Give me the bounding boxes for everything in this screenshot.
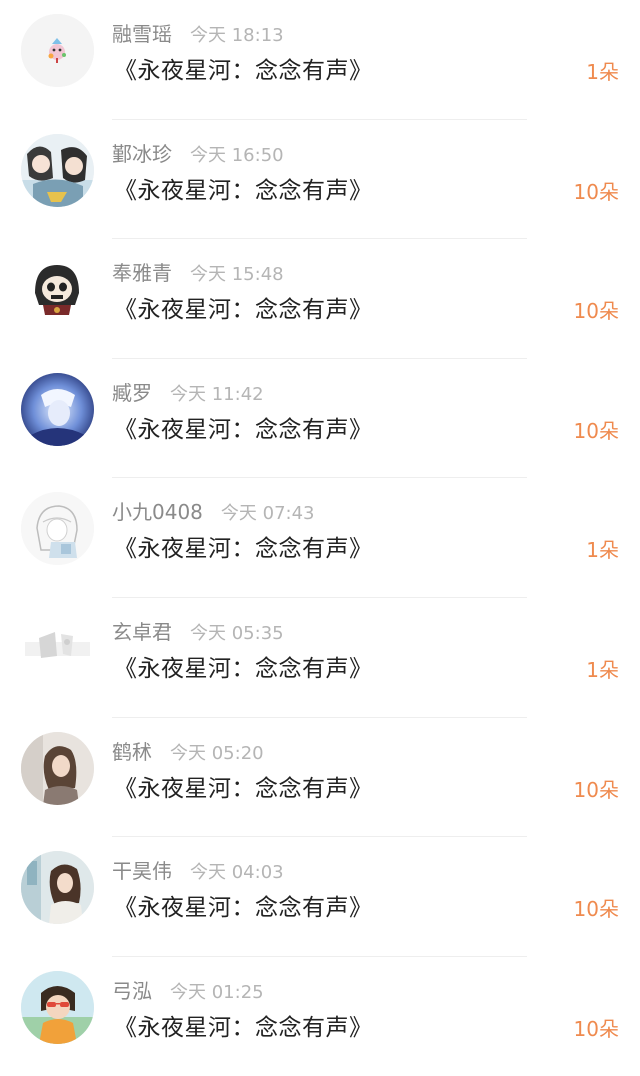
flower-count: 10朵 (573, 897, 619, 922)
gift-title: 《永夜星河：念念有声》 (114, 416, 373, 443)
gift-title: 《永夜星河：念念有声》 (114, 58, 373, 84)
woman-portrait-avatar-icon (21, 731, 94, 805)
username[interactable]: 玄卓君 (112, 620, 172, 644)
timestamp: 今天 16:50 (190, 144, 284, 166)
name-line: 干昊伟 今天 04:03 (112, 857, 284, 885)
name-line: 融雪瑶 今天 18:13 (112, 20, 284, 48)
list-item[interactable]: 融雪瑶 今天 18:13 《永夜星河：念念有声》 1朵 (0, 0, 640, 120)
sunglasses-girl-avatar-icon (21, 970, 94, 1044)
hooded-skull-avatar-icon (21, 253, 94, 327)
timestamp: 今天 05:35 (190, 623, 284, 644)
timestamp: 今天 15:48 (190, 264, 284, 286)
list-item[interactable]: 小九0408 今天 07:43 《永夜星河：念念有声》 1朵 (0, 478, 640, 598)
timestamp: 今天 07:43 (220, 503, 315, 525)
username[interactable]: 鹤秫 (112, 740, 152, 764)
flower-count: 10朵 (573, 299, 619, 324)
username[interactable]: 干昊伟 (112, 859, 172, 883)
avatar[interactable] (21, 851, 94, 925)
avatar[interactable] (21, 970, 94, 1044)
blue-anime-avatar-icon (21, 372, 94, 446)
list-item[interactable]: 玄卓君 今天 05:35 《永夜星河：念念有声》 1朵 (0, 598, 640, 718)
avatar[interactable] (21, 253, 94, 327)
cartoon-mascot-avatar-icon (21, 14, 94, 87)
avatar[interactable] (21, 612, 94, 685)
timestamp: 今天 11:42 (170, 383, 264, 405)
list-item[interactable]: 弓泓 今天 01:25 《永夜星河：念念有声》 10朵 (0, 957, 640, 1076)
gift-title: 《永夜星河：念念有声》 (114, 177, 373, 204)
list-item[interactable]: 鄞冰珍 今天 16:50 《永夜星河：念念有声》 10朵 (0, 120, 640, 240)
username[interactable]: 融雪瑶 (112, 22, 172, 46)
flower-count: 10朵 (573, 777, 619, 802)
gift-record-list: 融雪瑶 今天 18:13 《永夜星河：念念有声》 1朵 鄞冰珍 今天 16:50 《… (0, 0, 640, 1060)
name-line: 弓泓 今天 01:25 (112, 977, 264, 1005)
name-line: 奉雅青 今天 15:48 (112, 259, 284, 287)
username[interactable]: 小九0408 (112, 500, 203, 524)
flower-count: 10朵 (573, 179, 619, 204)
gift-title: 《永夜星河：念念有声》 (114, 775, 373, 802)
flower-count: 10朵 (573, 418, 619, 443)
flower-count: 10朵 (573, 1016, 619, 1041)
username[interactable]: 鄞冰珍 (112, 142, 172, 166)
girl-photo-avatar-icon (21, 851, 94, 925)
sketch-character-avatar-icon (21, 492, 94, 566)
avatar[interactable] (21, 14, 94, 87)
list-item[interactable]: 奉雅青 今天 15:48 《永夜星河：念念有声》 10朵 (0, 239, 640, 359)
username[interactable]: 奉雅青 (112, 261, 172, 285)
list-item[interactable]: 臧罗 今天 11:42 《永夜星河：念念有声》 10朵 (0, 359, 640, 479)
gift-title: 《永夜星河：念念有声》 (114, 895, 373, 922)
timestamp: 今天 04:03 (190, 862, 284, 884)
timestamp: 今天 01:25 (170, 981, 264, 1003)
timestamp: 今天 18:13 (190, 25, 284, 46)
name-line: 玄卓君 今天 05:35 (112, 618, 284, 646)
faded-photo-avatar-icon (21, 612, 94, 685)
username[interactable]: 臧罗 (112, 381, 152, 405)
list-item[interactable]: 干昊伟 今天 04:03 《永夜星河：念念有声》 10朵 (0, 837, 640, 957)
gift-title: 《永夜星河：念念有声》 (114, 536, 373, 563)
flower-count: 1朵 (586, 538, 619, 563)
gift-title: 《永夜星河：念念有声》 (114, 1014, 373, 1041)
avatar[interactable] (21, 133, 94, 207)
name-line: 鄞冰珍 今天 16:50 (112, 140, 284, 168)
list-item[interactable]: 鹤秫 今天 05:20 《永夜星河：念念有声》 10朵 (0, 718, 640, 838)
avatar[interactable] (21, 372, 94, 446)
avatar[interactable] (21, 492, 94, 566)
timestamp: 今天 05:20 (170, 742, 264, 764)
name-line: 鹤秫 今天 05:20 (112, 738, 264, 766)
gift-title: 《永夜星河：念念有声》 (114, 656, 373, 682)
avatar[interactable] (21, 731, 94, 805)
username[interactable]: 弓泓 (112, 979, 152, 1003)
name-line: 臧罗 今天 11:42 (112, 379, 264, 407)
name-line: 小九0408 今天 07:43 (112, 498, 315, 526)
gift-title: 《永夜星河：念念有声》 (114, 297, 373, 324)
anime-couple-avatar-icon (21, 133, 94, 207)
flower-count: 1朵 (586, 60, 619, 84)
flower-count: 1朵 (586, 658, 619, 682)
